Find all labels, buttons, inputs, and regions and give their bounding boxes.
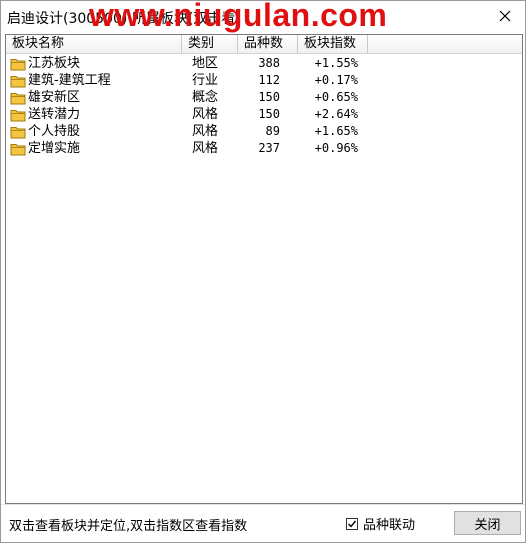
row-name: 建筑-建筑工程 [28,73,111,88]
row-name-cell: 建筑-建筑工程 [10,72,111,89]
table-row[interactable]: 建筑-建筑工程 行业 112 +0.17% [6,72,522,89]
folder-icon [10,75,26,87]
folder-icon [10,58,26,70]
row-count: 237 [258,141,280,155]
row-type: 风格 [192,124,219,139]
row-count: 150 [258,90,280,104]
title-close-button[interactable] [491,3,519,29]
watermark: www.niugulan.com [89,0,388,33]
row-name-cell: 江苏板块 [10,55,80,72]
column-header-type[interactable]: 类别 [182,35,238,53]
table-row[interactable]: 定增实施 风格 237 +0.96% [6,140,522,157]
checkbox-box[interactable] [346,517,358,530]
folder-icon [10,126,26,138]
list-rows: 江苏板块 地区 388 +1.55% 建筑-建筑工程 行业 112 +0.17% 雄安新区 概念 1… [6,55,522,157]
row-name-cell: 个人持股 [10,123,80,140]
folder-icon [10,92,26,104]
checkmark-icon [348,520,357,528]
link-stocks-checkbox[interactable]: 品种联动 [346,514,415,533]
footer-divider [1,504,525,505]
row-count: 388 [258,56,280,70]
row-type: 行业 [192,73,219,88]
folder-icon [10,109,26,121]
row-count: 150 [258,107,280,121]
table-row[interactable]: 雄安新区 概念 150 +0.65% [6,89,522,106]
checkbox-label: 品种联动 [363,518,416,533]
folder-icon [10,143,26,155]
close-button[interactable]: 关闭 [454,511,521,535]
row-name-cell: 雄安新区 [10,89,80,106]
row-index[interactable]: +1.65% [302,123,358,140]
row-type: 风格 [192,107,219,122]
row-type: 地区 [192,56,219,71]
dialog-window: 启迪设计(300500) 所属板块(双击看) www.niugulan.com … [0,0,526,543]
table-row[interactable]: 送转潜力 风格 150 +2.64% [6,106,522,123]
hint-text: 双击查看板块并定位,双击指数区查看指数 [9,519,248,534]
row-name: 雄安新区 [28,90,81,105]
row-name: 个人持股 [28,124,81,139]
title-bar: 启迪设计(300500) 所属板块(双击看) www.niugulan.com [1,0,525,33]
row-index[interactable]: +0.65% [302,89,358,106]
row-index[interactable]: +2.64% [302,106,358,123]
column-header-index[interactable]: 板块指数 [298,35,368,53]
row-name: 送转潜力 [28,107,81,122]
row-name-cell: 定增实施 [10,140,80,157]
list-header: 板块名称 类别 品种数 板块指数 [6,35,522,54]
row-name-cell: 送转潜力 [10,106,80,123]
close-icon [499,10,511,22]
row-type: 概念 [192,90,219,105]
row-name: 定增实施 [28,141,81,156]
table-row[interactable]: 江苏板块 地区 388 +1.55% [6,55,522,72]
row-name: 江苏板块 [28,56,81,71]
row-index[interactable]: +0.96% [302,140,358,157]
row-index[interactable]: +0.17% [302,72,358,89]
row-count: 112 [258,73,280,87]
table-row[interactable]: 个人持股 风格 89 +1.65% [6,123,522,140]
sector-list[interactable]: 板块名称 类别 品种数 板块指数 江苏板块 地区 388 +1.55% 建筑-建筑工程 行… [5,34,523,504]
row-type: 风格 [192,141,219,156]
column-header-count[interactable]: 品种数 [238,35,298,53]
column-header-name[interactable]: 板块名称 [6,35,182,53]
row-index[interactable]: +1.55% [302,55,358,72]
row-count: 89 [265,124,280,138]
